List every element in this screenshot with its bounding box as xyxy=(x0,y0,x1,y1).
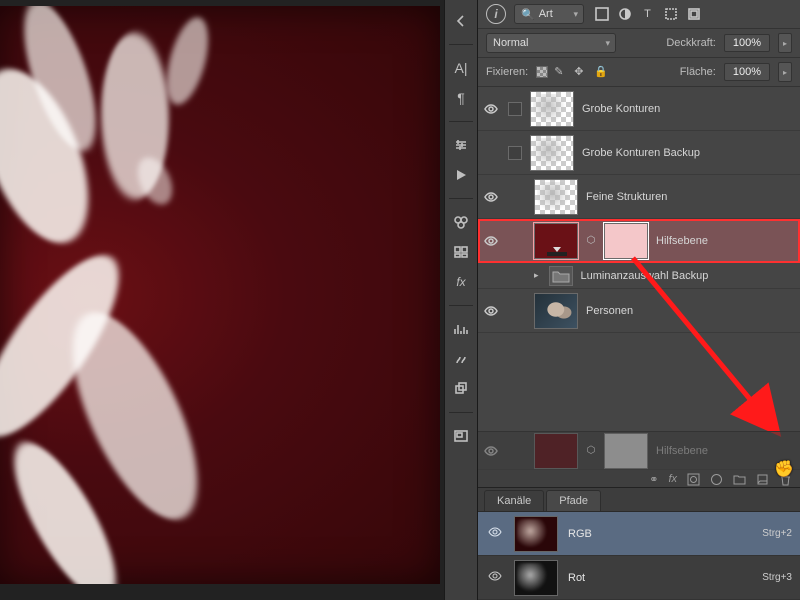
layer-group-row[interactable]: ▸ Luminanzauswahl Backup xyxy=(478,263,800,289)
histogram-panel-icon[interactable] xyxy=(448,316,474,342)
layers-panel-header: i 🔍Art T xyxy=(478,0,800,29)
layer-row[interactable]: Personen xyxy=(478,289,800,333)
layer-name[interactable]: Feine Strukturen xyxy=(586,191,792,203)
group-icon[interactable] xyxy=(549,266,573,286)
channel-thumbnail[interactable] xyxy=(514,560,558,596)
visibility-toggle[interactable] xyxy=(482,234,500,248)
mask-icon[interactable] xyxy=(687,473,700,487)
channel-name: RGB xyxy=(568,528,752,540)
drag-ghost-area: ⬡ Hilfsebene ⚭ fx ✊ xyxy=(478,431,800,487)
lock-move-icon[interactable]: ✥ xyxy=(574,65,588,79)
tab-channels[interactable]: Kanäle xyxy=(484,490,544,511)
layer-thumbnail xyxy=(534,433,578,469)
brushes-panel-icon[interactable] xyxy=(448,346,474,372)
expand-icon[interactable]: ▸ xyxy=(534,270,539,281)
fx-panel-icon[interactable]: fx xyxy=(448,269,474,295)
visibility-toggle[interactable] xyxy=(482,102,500,116)
paragraph-panel-icon[interactable]: ¶ xyxy=(448,85,474,111)
document-canvas[interactable] xyxy=(0,6,440,584)
clone-panel-icon[interactable] xyxy=(448,376,474,402)
layer-name[interactable]: Grobe Konturen xyxy=(582,103,792,115)
fill-label: Fläche: xyxy=(680,66,716,78)
channels-panel: Kanäle Pfade RGB Strg+2 Rot Strg+3 xyxy=(478,487,800,600)
layer-checkbox[interactable] xyxy=(508,146,522,160)
blend-opacity-bar: Normal Deckkraft: 100% ▸ xyxy=(478,29,800,58)
info-icon[interactable]: i xyxy=(486,4,506,24)
blend-mode-select[interactable]: Normal xyxy=(486,33,616,53)
styles-panel-icon[interactable] xyxy=(448,239,474,265)
toggle-left-icon[interactable] xyxy=(448,8,474,34)
lock-label: Fixieren: xyxy=(486,66,528,78)
layer-row[interactable]: Grobe Konturen Backup xyxy=(478,131,800,175)
canvas-area xyxy=(0,0,444,600)
swatches-panel-icon[interactable] xyxy=(448,209,474,235)
layer-thumbnail[interactable] xyxy=(534,223,578,259)
channel-row[interactable]: Rot Strg+3 xyxy=(478,556,800,600)
layer-name[interactable]: Personen xyxy=(586,305,792,317)
layers-list: Grobe Konturen Grobe Konturen Backup Fei… xyxy=(478,87,800,487)
filter-adjust-icon[interactable] xyxy=(617,7,632,22)
channel-shortcut: Strg+3 xyxy=(762,572,792,583)
channel-thumbnail[interactable] xyxy=(514,516,558,552)
layer-row[interactable]: Grobe Konturen xyxy=(478,87,800,131)
channel-shortcut: Strg+2 xyxy=(762,528,792,539)
lock-transparent-icon[interactable] xyxy=(536,66,548,78)
fill-value[interactable]: 100% xyxy=(724,63,770,81)
fx-icon[interactable]: fx xyxy=(668,473,677,487)
visibility-toggle[interactable] xyxy=(486,525,504,542)
layers-footer-buttons: ⚭ fx xyxy=(478,470,800,487)
character-panel-icon[interactable]: A| xyxy=(448,55,474,81)
layer-thumbnail[interactable] xyxy=(530,91,574,127)
grab-cursor-icon: ✊ xyxy=(774,459,794,479)
layer-mask-thumbnail xyxy=(604,433,648,469)
layer-name[interactable]: Hilfsebene xyxy=(656,235,792,247)
lock-fill-bar: Fixieren: ✎ ✥ 🔒 Fläche: 100% ▸ xyxy=(478,58,800,87)
layer-filter-select[interactable]: 🔍Art xyxy=(514,4,584,24)
link-layers-icon[interactable]: ⚭ xyxy=(649,473,658,487)
lock-brush-icon[interactable]: ✎ xyxy=(554,65,568,79)
layer-mask-thumbnail[interactable] xyxy=(604,223,648,259)
layer-thumbnail[interactable] xyxy=(534,179,578,215)
opacity-stepper[interactable]: ▸ xyxy=(778,33,792,53)
layer-name[interactable]: Luminanzauswahl Backup xyxy=(581,270,792,282)
layer-row[interactable]: Feine Strukturen xyxy=(478,175,800,219)
opacity-value[interactable]: 100% xyxy=(724,34,770,52)
adjustment-icon[interactable] xyxy=(710,473,723,487)
new-layer-icon[interactable] xyxy=(756,473,769,487)
visibility-toggle[interactable] xyxy=(486,569,504,586)
opacity-label: Deckkraft: xyxy=(666,37,716,49)
layer-name[interactable]: Grobe Konturen Backup xyxy=(582,147,792,159)
layer-thumbnail[interactable] xyxy=(530,135,574,171)
tab-paths[interactable]: Pfade xyxy=(546,490,601,511)
filter-pixel-icon[interactable] xyxy=(594,7,609,22)
channel-row[interactable]: RGB Strg+2 xyxy=(478,512,800,556)
fill-stepper[interactable]: ▸ xyxy=(778,62,792,82)
layer-name: Hilfsebene xyxy=(656,445,792,457)
layer-row-selected[interactable]: ⬡ Hilfsebene xyxy=(478,219,800,263)
layer-thumbnail[interactable] xyxy=(534,293,578,329)
group-icon[interactable] xyxy=(733,473,746,487)
filter-smart-icon[interactable] xyxy=(686,7,701,22)
link-icon: ⬡ xyxy=(586,445,596,456)
visibility-toggle[interactable] xyxy=(482,304,500,318)
adjustments-panel-icon[interactable] xyxy=(448,132,474,158)
navigator-panel-icon[interactable] xyxy=(448,423,474,449)
visibility-toggle[interactable] xyxy=(482,190,500,204)
filter-type-icon[interactable]: T xyxy=(640,7,655,22)
actions-panel-icon[interactable] xyxy=(448,162,474,188)
link-icon: ⬡ xyxy=(586,235,596,246)
collapsed-panel-strip: A| ¶ fx xyxy=(444,0,478,600)
layers-panel: i 🔍Art T Normal Deckkraft: 100% ▸ Fixier… xyxy=(478,0,800,600)
filter-shape-icon[interactable] xyxy=(663,7,678,22)
layer-row-ghost: ⬡ Hilfsebene xyxy=(478,432,800,470)
layer-checkbox[interactable] xyxy=(508,102,522,116)
channel-name: Rot xyxy=(568,572,752,584)
lock-all-icon[interactable]: 🔒 xyxy=(594,65,608,79)
